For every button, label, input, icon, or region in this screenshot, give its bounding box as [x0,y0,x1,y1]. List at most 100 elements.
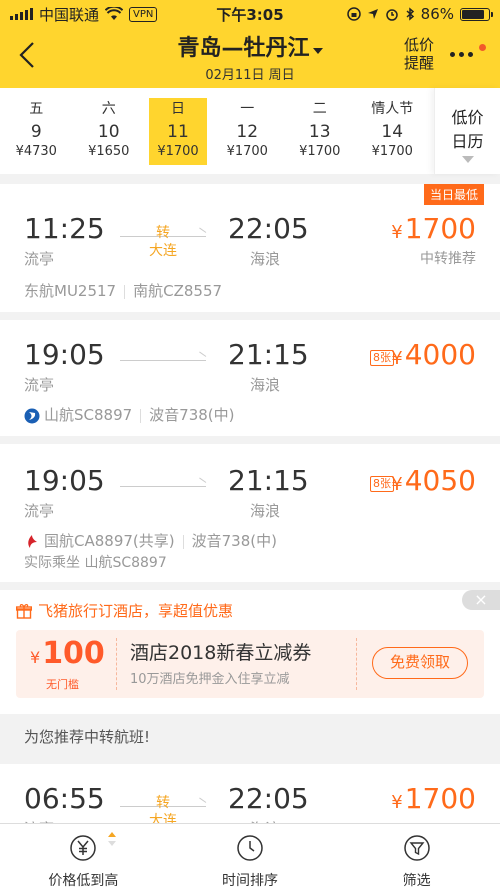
hotel-coupon[interactable]: ¥100 无门槛 酒店2018新春立减券 10万酒店免押金入住享立减 免费领取 [16,630,484,698]
route-arrow-icon [120,360,206,361]
route-arrow-icon [120,486,206,487]
coupon-description: 10万酒店免押金入住享立减 [130,672,290,687]
promo-headline: 飞猪旅行订酒店，享超值优惠 [16,600,233,621]
battery-icon [460,7,493,21]
date-price: ¥1700 [226,144,268,159]
lowest-price-badge: 当日最低 [423,184,484,205]
arrive-time: 21:15 [228,338,309,371]
currency-symbol: ¥ [391,348,403,369]
currency-symbol: ¥ [391,792,403,813]
depart-airport: 流亭 [24,376,55,394]
flight-card[interactable]: 06:55 流亭 转大连 22:05 海浪 ¥1700 [0,764,500,826]
date-day: 12 [236,122,259,142]
sort-time-tab[interactable]: 时间排序 [167,824,334,889]
aircraft-type: 波音738(中) [191,532,277,550]
alarm-icon [385,9,398,21]
air-china-logo-icon [28,534,37,548]
yen-icon [70,835,97,861]
recommend-section-title: 为您推荐中转航班! [24,728,151,746]
price-alert-button[interactable]: 低价 提醒 [404,36,434,72]
bluetooth-icon [406,7,414,21]
notification-dot [479,44,486,51]
calendar-label-1: 低价 [451,108,484,127]
date-weekday: 五 [29,101,44,117]
date-price: ¥1700 [157,144,199,159]
price-value: 4050 [404,464,476,497]
aircraft-type: 波音738(中) [149,406,235,424]
coupon-amount-value: 100 [42,636,105,671]
price-value: 1700 [404,782,476,815]
date-weekday: 情人节 [371,101,414,117]
more-button[interactable] [450,44,486,68]
tab-label: 筛选 [402,873,431,889]
filter-tab[interactable]: 筛选 [333,824,500,889]
date-item-14[interactable]: 情人节 14 ¥1700 [356,88,429,174]
airline-info: 国航CA8897(共享) 波音738(中) [24,530,277,551]
airline-name: 山航SC8897 [44,406,133,424]
date-item-10[interactable]: 六 10 ¥1650 [73,88,146,174]
claim-coupon-button[interactable]: 免费领取 [372,647,468,679]
arrive-airport: 海浪 [250,376,281,394]
battery-percent: 86% [420,5,454,23]
date-weekday: 日 [171,101,185,117]
flight-price: ¥1700 [391,212,476,245]
top-bar: 中国联通 VPN 下午3:05 86% 青岛—牡丹江 02月11日 周日 低价 … [0,0,500,88]
flight-card[interactable]: 19:05 流亭 21:15 海浪 8张 ¥4000 山航SC8897 波音738… [0,320,500,436]
arrive-airport: 海浪 [250,502,281,520]
date-day: 10 [97,122,120,142]
clock-icon [237,835,263,861]
airline-2: 南航CZ8557 [133,282,223,300]
coupon-divider [356,638,357,690]
depart-airport: 流亭 [24,250,55,268]
tab-label: 时间排序 [222,873,278,889]
lock-rotation-icon [346,7,361,21]
depart-time: 11:25 [24,212,105,245]
gift-icon [16,603,32,619]
date-item-11-selected[interactable]: 日 11 ¥1700 [149,98,207,165]
transfer-label: 转 [156,795,170,811]
caret-down-icon [461,156,474,163]
airline-info: 东航MU2517 南航CZ8557 [24,280,222,301]
airline-1: 东航MU2517 [24,282,117,300]
price-value: 4000 [404,338,476,371]
date-item-13[interactable]: 二 13 ¥1700 [284,88,357,174]
coupon-divider [116,638,117,690]
sort-arrows-icon [108,832,116,846]
shandong-airlines-logo-icon [24,408,40,423]
price-note: 中转推荐 [420,251,476,267]
sort-price-tab[interactable]: 价格低到高 [0,824,167,889]
promo-close-button[interactable]: × [462,590,500,610]
date-day: 13 [308,122,331,142]
transfer-label: 转 [156,225,170,241]
date-day: 14 [381,122,404,142]
arrive-time: 22:05 [228,782,309,815]
flight-card[interactable]: 19:05 流亭 21:15 海浪 8张 ¥4050 国航CA8897(共享) 波… [0,444,500,582]
date-item-9[interactable]: 五 9 ¥4730 [0,88,73,174]
price-calendar-button[interactable]: 低价 日历 [434,88,500,174]
date-item-12[interactable]: 一 12 ¥1700 [211,88,284,174]
date-weekday: 六 [101,101,116,117]
date-price: ¥4730 [15,144,57,159]
arrive-time: 21:15 [228,464,309,497]
flight-card[interactable]: 当日最低 11:25 流亭 转大连 22:05 海浪 ¥1700 中转推荐 东航… [0,184,500,312]
wifi-icon [105,7,124,20]
flight-price: ¥1700 [391,782,476,815]
price-value: 1700 [404,212,476,245]
currency-symbol: ¥ [30,648,41,667]
promo-headline-text: 飞猪旅行订酒店，享超值优惠 [38,602,234,620]
transfer-info: 转大连 [140,794,186,826]
depart-airport: 流亭 [24,502,55,520]
date-strip: 五 9 ¥4730 六 10 ¥1650 日 11 ¥1700 一 12 ¥1700 二 13 ¥1… [0,88,500,174]
location-icon [367,9,378,19]
airline-info: 山航SC8897 波音738(中) [24,404,235,425]
price-alert-label-2: 提醒 [403,54,434,72]
caret-down-icon [312,47,323,54]
vpn-badge: VPN [129,6,158,22]
currency-symbol: ¥ [391,474,403,495]
date-weekday: 二 [312,101,327,117]
depart-time: 19:05 [24,338,105,371]
carrier-name: 中国联通 [39,5,100,24]
flight-price: ¥4000 [391,338,476,371]
signal-icon [10,8,33,20]
transfer-city: 大连 [149,243,177,259]
